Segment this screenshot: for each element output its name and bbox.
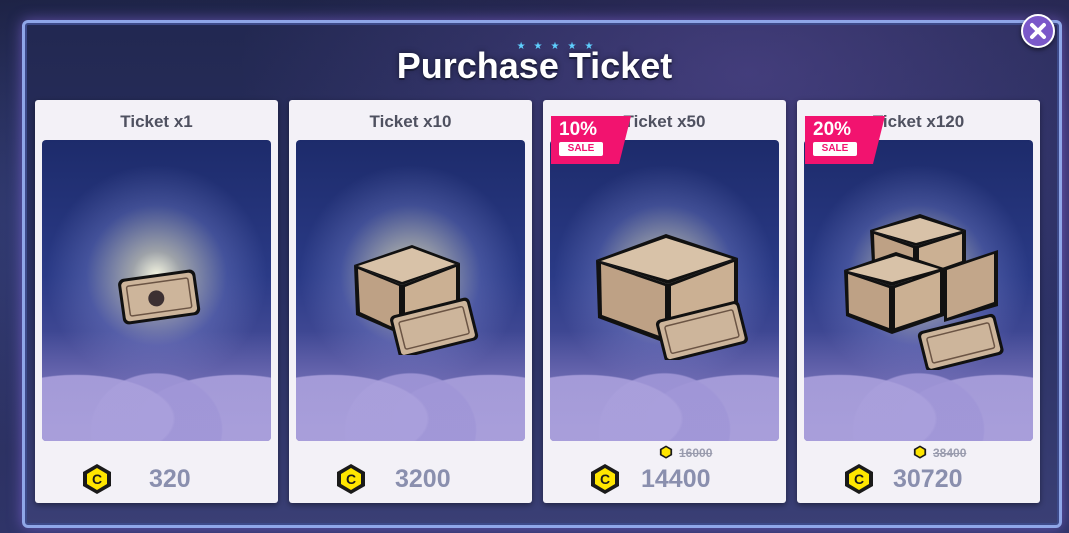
coin-icon: C — [337, 464, 365, 494]
ticket-icon — [118, 269, 201, 325]
ticket-x1-card[interactable]: Ticket x1 C 320 — [35, 100, 278, 503]
original-price-value: 38400 — [933, 446, 967, 460]
box-icon — [354, 245, 479, 355]
price-value: 3200 — [395, 465, 451, 493]
price-row: C 14400 — [543, 463, 786, 495]
card-title: Ticket x10 — [369, 112, 452, 131]
close-icon — [1030, 23, 1046, 39]
close-button[interactable] — [1021, 14, 1055, 48]
original-price: 38400 — [913, 445, 966, 461]
svg-text:C: C — [346, 471, 356, 487]
ticket-x50-card[interactable]: Ticket x50 10% SALE 16000 C 14400 — [543, 100, 786, 503]
sale-label: SALE — [559, 142, 603, 156]
sale-percent: 20% — [813, 119, 852, 140]
price-row: C 30720 — [797, 463, 1040, 495]
ticket-x10-artwork — [296, 140, 525, 441]
price-value: 14400 — [641, 465, 711, 493]
sale-label: SALE — [813, 142, 857, 156]
ticket-x120-card[interactable]: Ticket x120 20% SALE 38400 C 30720 — [797, 100, 1040, 503]
coin-icon: C — [845, 464, 873, 494]
large-box-icon — [596, 234, 748, 360]
svg-text:C: C — [854, 471, 864, 487]
price-value: 320 — [149, 465, 191, 493]
coin-icon — [913, 445, 927, 459]
price-row: C 320 — [35, 463, 278, 495]
price-row: C 3200 — [289, 463, 532, 495]
ticket-x10-card[interactable]: Ticket x10 C 3200 — [289, 100, 532, 503]
box-pile-icon — [844, 214, 1004, 370]
clouds-decor — [42, 331, 271, 441]
sale-percent: 10% — [559, 119, 598, 140]
ticket-x1-artwork — [42, 140, 271, 441]
card-title: Ticket x1 — [120, 112, 193, 131]
price-value: 30720 — [893, 465, 963, 493]
svg-text:C: C — [600, 471, 610, 487]
coin-icon: C — [591, 464, 619, 494]
dialog-title: Purchase Ticket — [396, 45, 673, 86]
coin-icon — [659, 445, 673, 459]
original-price: 16000 — [659, 445, 712, 461]
coin-icon: C — [83, 464, 111, 494]
original-price-value: 16000 — [679, 446, 713, 460]
ticket-x120-artwork — [804, 140, 1033, 441]
svg-text:C: C — [92, 471, 102, 487]
ticket-x50-artwork — [550, 140, 779, 441]
